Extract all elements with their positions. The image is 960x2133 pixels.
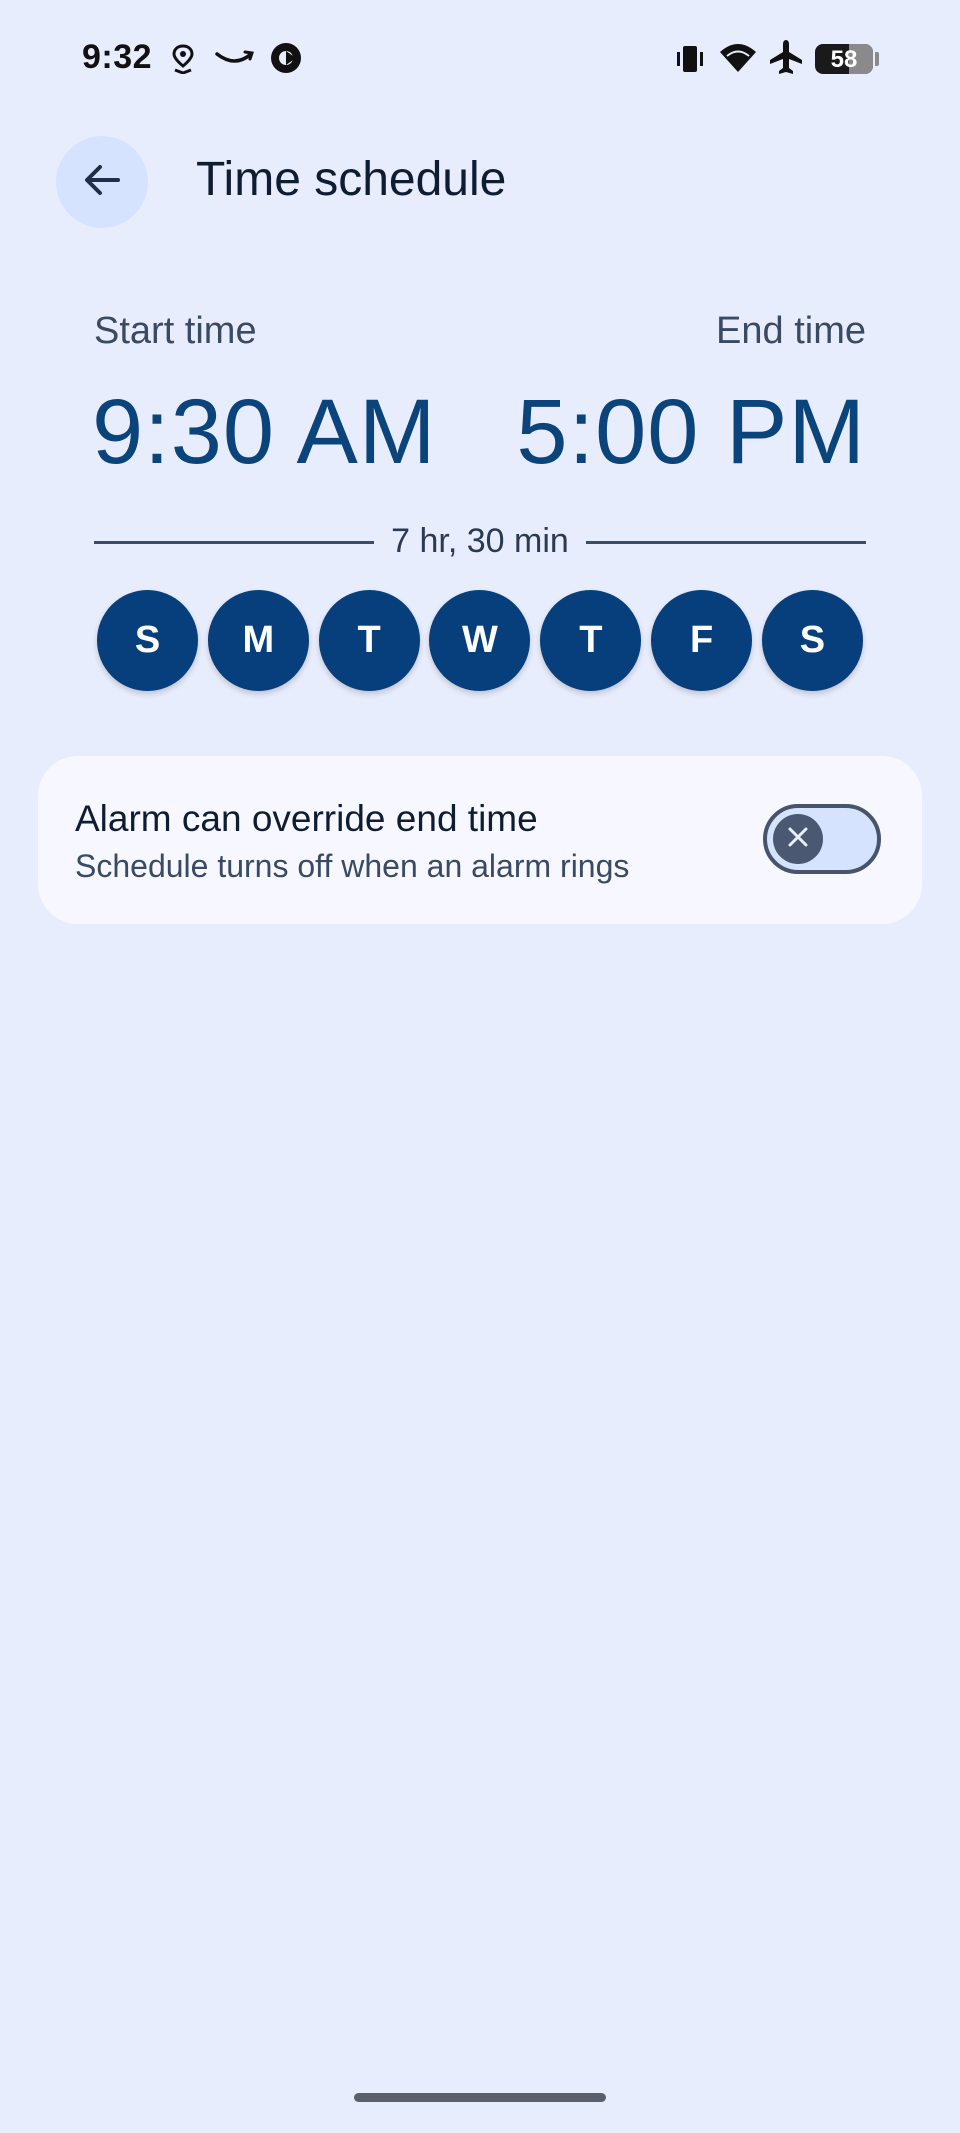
close-icon: [785, 824, 811, 855]
amazon-smile-icon: [215, 46, 255, 75]
page-title: Time schedule: [196, 153, 507, 206]
day-monday[interactable]: M: [207, 590, 309, 691]
home-indicator[interactable]: [354, 2093, 606, 2102]
alarm-override-title: Alarm can override end time: [75, 798, 538, 839]
vibrate-icon: [675, 42, 705, 81]
battery-level: 58: [830, 46, 858, 73]
airplane-mode-icon: [768, 38, 804, 81]
status-bar: 9:32 58: [0, 0, 960, 120]
wifi-icon: [718, 40, 758, 79]
battery-nub: [875, 52, 879, 66]
arrow-back-icon: [80, 158, 124, 207]
day-saturday[interactable]: S: [761, 590, 863, 691]
alarm-override-card[interactable]: Alarm can override end time Schedule tur…: [38, 756, 922, 924]
start-time-value[interactable]: 9:30 AM: [92, 380, 437, 485]
day-sunday[interactable]: S: [97, 590, 198, 691]
start-time-label: Start time: [94, 310, 257, 352]
alarm-override-toggle[interactable]: [763, 804, 881, 874]
day-thursday[interactable]: T: [540, 590, 642, 691]
duration-divider-right: [586, 541, 866, 544]
back-button[interactable]: [56, 136, 148, 228]
toggle-thumb: [773, 814, 823, 864]
badge-gear-icon: [268, 40, 304, 81]
day-tuesday[interactable]: T: [318, 590, 420, 691]
end-time-label: End time: [716, 310, 866, 352]
days-selector: S M T W T F S: [97, 590, 863, 692]
day-wednesday[interactable]: W: [429, 590, 531, 691]
alarm-override-subtitle: Schedule turns off when an alarm rings: [75, 848, 630, 884]
day-friday[interactable]: F: [651, 590, 753, 691]
location-pin-icon: [170, 44, 196, 79]
battery-icon: 58: [815, 44, 873, 74]
duration-row: 7 hr, 30 min: [94, 518, 866, 566]
status-time: 9:32: [82, 38, 153, 76]
end-time-value[interactable]: 5:00 PM: [516, 380, 866, 485]
